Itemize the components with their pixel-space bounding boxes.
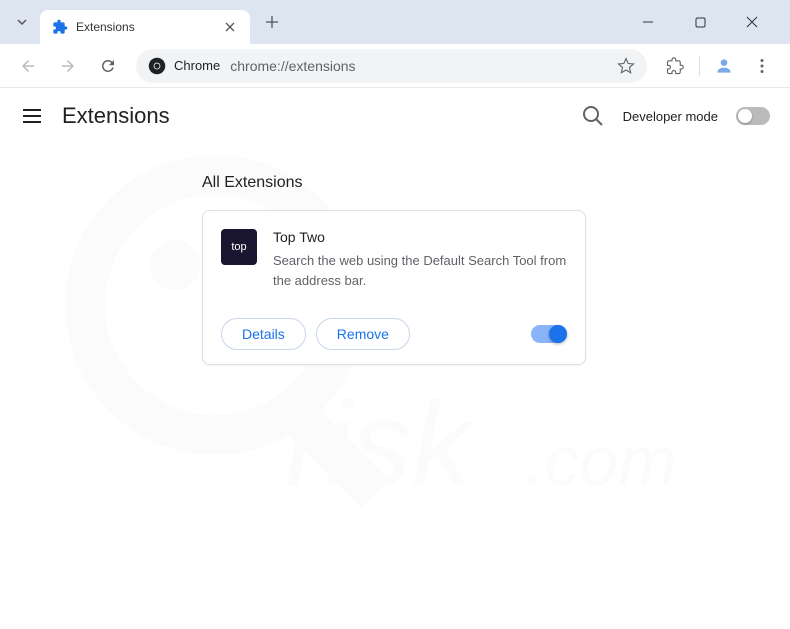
close-window-button[interactable]	[734, 8, 770, 36]
reload-icon	[99, 57, 117, 75]
remove-button[interactable]: Remove	[316, 318, 410, 350]
window-titlebar: Extensions	[0, 0, 790, 44]
browser-toolbar: Chrome chrome://extensions	[0, 44, 790, 88]
bookmark-star-icon[interactable]	[617, 57, 635, 75]
details-button[interactable]: Details	[221, 318, 306, 350]
window-controls	[630, 8, 782, 36]
new-tab-button[interactable]	[258, 8, 286, 36]
reload-button[interactable]	[92, 50, 124, 82]
dots-vertical-icon	[754, 58, 770, 74]
back-button[interactable]	[12, 50, 44, 82]
section-title: All Extensions	[202, 174, 770, 192]
address-url: chrome://extensions	[230, 58, 617, 74]
svg-text:risk: risk	[285, 377, 478, 511]
tab-title: Extensions	[76, 20, 222, 34]
extension-description: Search the web using the Default Search …	[273, 251, 567, 290]
extensions-button[interactable]	[659, 50, 691, 82]
search-button[interactable]	[581, 104, 605, 128]
close-icon	[225, 22, 235, 32]
maximize-icon	[695, 17, 706, 28]
arrow-right-icon	[59, 57, 77, 75]
maximize-button[interactable]	[682, 8, 718, 36]
arrow-left-icon	[19, 57, 37, 75]
puzzle-icon	[52, 19, 68, 35]
browser-tab[interactable]: Extensions	[40, 10, 250, 44]
tab-close-button[interactable]	[222, 19, 238, 35]
extension-card: top Top Two Search the web using the Def…	[202, 210, 586, 365]
hamburger-menu-button[interactable]	[20, 104, 44, 128]
page-header: Extensions Developer mode	[0, 88, 790, 144]
address-bar[interactable]: Chrome chrome://extensions	[136, 49, 647, 83]
menu-button[interactable]	[746, 50, 778, 82]
minimize-button[interactable]	[630, 8, 666, 36]
extension-name: Top Two	[273, 229, 567, 245]
page-title: Extensions	[62, 103, 170, 129]
address-scheme-label: Chrome	[174, 58, 220, 73]
developer-mode-label: Developer mode	[623, 109, 718, 124]
plus-icon	[265, 15, 279, 29]
minimize-icon	[642, 16, 654, 28]
developer-mode-toggle[interactable]	[736, 107, 770, 125]
page-content: All Extensions top Top Two Search the we…	[0, 144, 790, 395]
extension-enabled-toggle[interactable]	[531, 325, 567, 343]
profile-button[interactable]	[708, 50, 740, 82]
person-icon	[714, 56, 734, 76]
close-icon	[746, 16, 758, 28]
chevron-down-icon	[16, 16, 28, 28]
puzzle-outline-icon	[666, 57, 684, 75]
extension-icon: top	[221, 229, 257, 265]
toolbar-divider	[699, 56, 700, 76]
forward-button[interactable]	[52, 50, 84, 82]
tab-search-dropdown[interactable]	[8, 8, 36, 36]
svg-text:.com: .com	[525, 422, 677, 500]
chrome-logo-icon	[148, 57, 166, 75]
